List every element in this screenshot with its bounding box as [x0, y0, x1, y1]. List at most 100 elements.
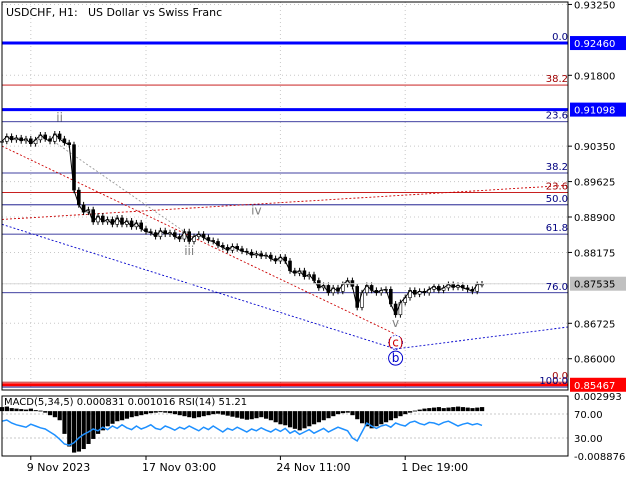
fib-label: 61.8: [546, 223, 568, 234]
macd-bar: [62, 411, 67, 434]
macd-bar: [120, 411, 125, 421]
macd-bar: [72, 411, 77, 453]
macd-bar: [86, 411, 91, 444]
macd-tick-label: 0.002993: [574, 392, 622, 403]
macd-bar: [9, 408, 14, 412]
macd-bar: [283, 411, 288, 426]
macd-bar: [374, 411, 379, 427]
macd-bar: [134, 411, 139, 417]
macd-bar: [177, 411, 182, 416]
macd-bar: [115, 411, 120, 422]
fib-label: 23.6: [546, 111, 568, 122]
macd-bar: [148, 411, 153, 414]
macd-bar: [52, 411, 57, 418]
macd-bar: [38, 410, 43, 412]
macd-bar: [379, 411, 384, 425]
fib-label: 38.2: [546, 162, 568, 173]
indicator-title: MACD(5,34,5) 0.000831 0.001016 RSI(14) 5…: [4, 397, 247, 408]
macd-bar: [273, 411, 278, 423]
price-level-label: 0.92460: [574, 39, 615, 50]
macd-bar: [436, 407, 441, 412]
wave-label: (c): [388, 336, 404, 350]
chart-background: [0, 0, 640, 480]
macd-bar: [388, 411, 393, 421]
y-tick-label: 0.91800: [574, 71, 615, 82]
price-chart-svg: 0.92460 0.91098 0.87535 0.85467 0.0 38.2 23.6…: [0, 0, 640, 480]
macd-bar: [28, 408, 33, 412]
macd-bar: [355, 411, 360, 420]
macd-bar: [19, 409, 24, 412]
macd-bar: [403, 411, 408, 415]
macd-bar: [33, 410, 38, 412]
macd-bar: [168, 411, 173, 414]
fib-label: 23.6: [546, 182, 568, 193]
macd-bar: [336, 411, 341, 415]
macd-bar: [398, 411, 403, 417]
y-tick-label: 0.89625: [574, 178, 615, 189]
y-tick-label: 0.86725: [574, 319, 615, 330]
macd-bar: [240, 411, 245, 419]
macd-bar: [432, 407, 437, 412]
macd-bar: [196, 411, 201, 418]
macd-bar: [187, 411, 192, 418]
macd-bar: [124, 411, 129, 419]
wave-label: iv: [251, 204, 261, 218]
macd-bar: [475, 407, 480, 412]
macd-bar: [456, 406, 461, 412]
x-tick-label: 17 Nov 03:00: [142, 461, 216, 474]
macd-bar: [331, 411, 336, 417]
macd-bar: [470, 408, 475, 412]
macd-bar: [297, 411, 302, 431]
macd-bar: [302, 411, 307, 429]
chart-description: US Dollar vs Swiss Franc: [88, 6, 222, 19]
fib-label: 100.0: [539, 376, 568, 387]
macd-bar: [427, 408, 432, 412]
wave-label: ii: [56, 111, 63, 125]
macd-bar: [288, 411, 293, 428]
macd-bar: [206, 411, 211, 416]
macd-bar: [244, 411, 249, 420]
macd-bar: [153, 411, 158, 413]
fib-label: 38.2: [546, 74, 568, 85]
macd-bar: [264, 411, 269, 419]
macd-bar: [340, 411, 345, 414]
macd-bar: [417, 409, 422, 412]
macd-bar: [139, 411, 144, 416]
wave-label: iii: [184, 244, 194, 258]
rsi-level-label: 30.00: [574, 434, 603, 445]
macd-bar: [163, 411, 168, 413]
macd-bar: [43, 411, 48, 413]
macd-bar: [230, 411, 235, 417]
macd-bar: [312, 411, 317, 425]
x-tick-label: 24 Nov 11:00: [276, 461, 350, 474]
macd-bar: [446, 407, 451, 412]
y-tick-label: 0.88900: [574, 213, 615, 224]
macd-bar: [67, 411, 72, 447]
macd-bar: [384, 411, 389, 423]
macd-bar: [326, 411, 331, 419]
macd-bar: [110, 411, 115, 424]
macd-bar: [144, 411, 149, 415]
macd-bar: [408, 411, 413, 413]
macd-bar: [259, 411, 264, 418]
macd-bar: [14, 408, 19, 412]
y-tick-label: 0.86000: [574, 355, 615, 366]
y-tick-label: 0.88175: [574, 248, 615, 259]
macd-bar: [345, 411, 350, 413]
macd-bar: [76, 411, 81, 452]
wave-label: v: [392, 316, 399, 330]
fib-label: 50.0: [546, 194, 568, 205]
chart-symbol-timeframe: USDCHF, H1:: [6, 6, 78, 19]
x-tick-label: 9 Nov 2023: [27, 461, 90, 474]
macd-bar: [307, 411, 312, 427]
macd-bar: [268, 411, 273, 421]
macd-bar: [422, 408, 427, 412]
macd-bar: [216, 411, 221, 414]
wave-label: b: [392, 351, 400, 365]
y-tick-label: 0.93250: [574, 0, 615, 11]
macd-bar: [321, 411, 326, 421]
macd-bar: [129, 411, 134, 418]
macd-bar: [480, 407, 485, 412]
x-tick-label: 1 Dec 19:00: [401, 461, 468, 474]
macd-bar: [225, 411, 230, 416]
